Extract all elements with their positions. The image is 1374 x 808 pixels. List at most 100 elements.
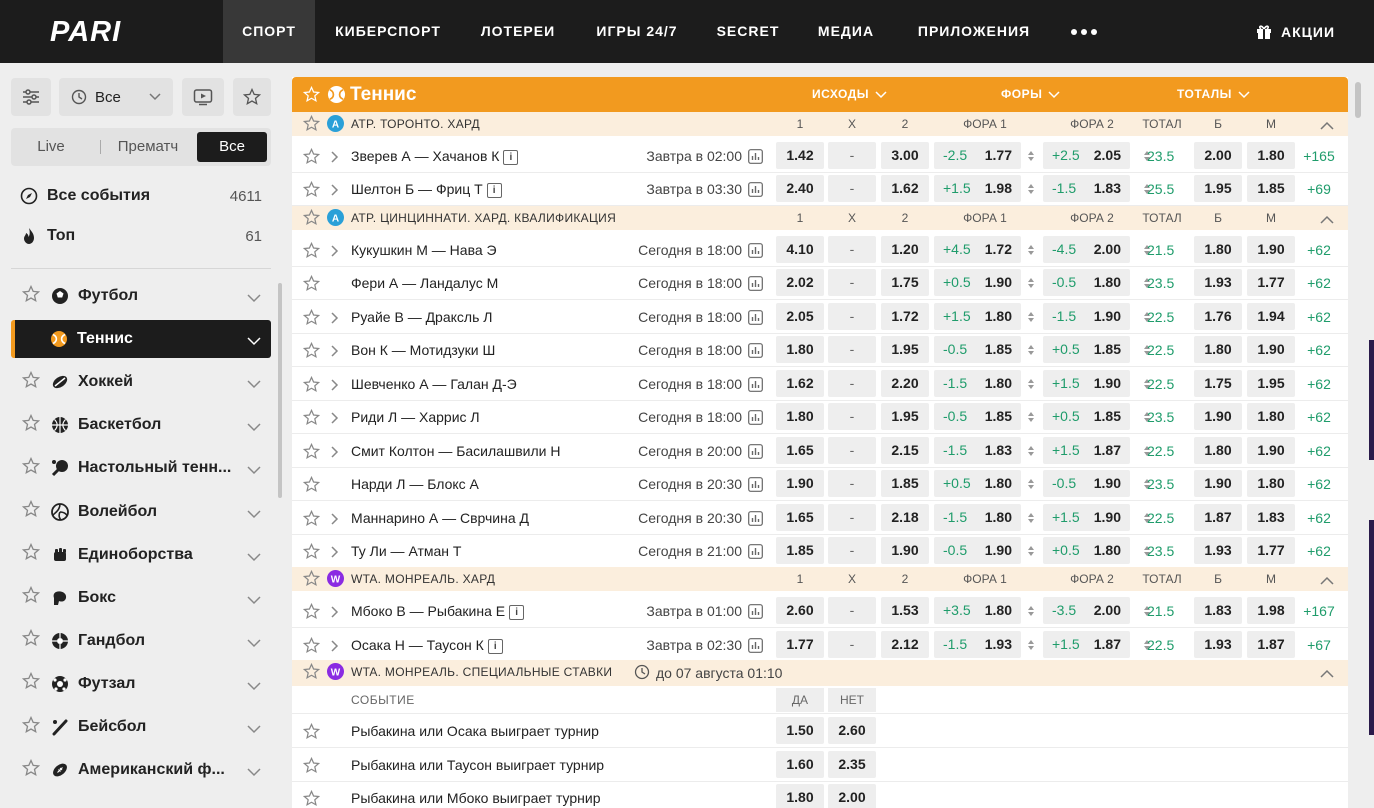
segment-live[interactable]: Live (15, 132, 87, 162)
handicap-cell[interactable]: -1.5 1.80 (934, 369, 1021, 397)
handicap-cell[interactable]: -0.5 1.85 (934, 403, 1021, 431)
odds-cell-o2[interactable]: 2.18 (881, 503, 929, 531)
chevron-right-icon[interactable] (330, 244, 340, 257)
chevron-right-icon[interactable] (330, 344, 340, 357)
favorite-star-icon[interactable] (21, 413, 41, 437)
favorite-star-icon[interactable] (302, 409, 321, 426)
event-row[interactable]: Маннарино А — Сврчина Д Сегодня в 20:30 1.… (292, 501, 1348, 535)
odds-cell-o1[interactable]: 1.65 (776, 503, 824, 531)
handicap-cell[interactable]: +0.5 1.90 (934, 269, 1021, 297)
event-name-container[interactable]: Зверев А — Хачанов Кi (351, 139, 519, 173)
handicap-cell[interactable]: -0.5 1.90 (934, 536, 1021, 564)
statistics-icon[interactable] (748, 637, 763, 653)
event-name-container[interactable]: Маннарино А — Сврчина Д (351, 501, 529, 535)
event-row[interactable]: Смит Колтон — Басилашвили Н Сегодня в 20:… (292, 434, 1348, 468)
favorite-star-icon[interactable] (302, 789, 321, 807)
statistics-icon[interactable] (748, 510, 763, 526)
favorite-star-icon[interactable] (302, 542, 321, 560)
chevron-down-icon[interactable] (247, 290, 261, 308)
chevron-right-icon[interactable] (330, 411, 340, 424)
more-markets-link[interactable]: +62 (1295, 333, 1343, 367)
event-name-container[interactable]: Кукушкин М — Нава Э (351, 233, 497, 267)
event-name-container[interactable]: Шелтон Б — Фриц Тi (351, 172, 502, 206)
favorite-star-icon[interactable] (21, 543, 41, 566)
favorites-button[interactable] (233, 78, 271, 116)
handicap-cell[interactable]: -0.5 1.80 (1043, 269, 1130, 297)
line-switch-icon[interactable] (1027, 377, 1035, 391)
odds-cell-o2[interactable]: 1.20 (881, 235, 929, 263)
period-select[interactable]: Все (59, 78, 173, 116)
odds-cell-o1[interactable]: 2.02 (776, 269, 824, 297)
handicap-cell[interactable]: +1.5 1.87 (1043, 630, 1130, 658)
sidebar-item-sport[interactable]: Бейсбол (11, 708, 271, 746)
odds-cell-o2[interactable]: 2.12 (881, 630, 929, 658)
odds-cell-b[interactable]: 1.93 (1194, 536, 1242, 564)
odds-cell-x[interactable]: - (828, 536, 876, 564)
nav-sport[interactable]: СПОРТ (223, 0, 315, 63)
video-button[interactable] (182, 78, 224, 116)
odds-cell-m[interactable]: 1.80 (1247, 142, 1295, 169)
odds-cell-yes[interactable]: 1.50 (776, 717, 824, 744)
handicap-cell[interactable]: -1.5 1.93 (934, 630, 1021, 658)
odds-cell-o2[interactable]: 3.00 (881, 142, 929, 169)
chevron-right-icon[interactable] (330, 545, 340, 558)
favorite-star-icon[interactable] (302, 662, 321, 683)
handicap-cell[interactable]: -1.5 1.80 (934, 503, 1021, 531)
odds-cell-o1[interactable]: 1.80 (776, 336, 824, 364)
sidebar-item-sport[interactable]: Настольный тенн... (11, 449, 271, 487)
league-header[interactable]: W WTA. МОНРЕАЛЬ. ХАРД 1 X 2 ФОРА 1 ФОРА 2 ТОТАЛ… (292, 567, 1348, 592)
odds-cell-no[interactable]: 2.35 (828, 750, 876, 778)
pari-logo[interactable]: PARI (48, 14, 164, 48)
statistics-icon[interactable] (748, 149, 763, 164)
line-switch-icon[interactable] (1027, 638, 1035, 652)
statistics-icon[interactable] (748, 410, 763, 426)
favorite-star-icon[interactable] (302, 722, 321, 740)
handicap-cell[interactable]: -1.5 1.90 (1043, 302, 1130, 330)
sidebar-item-sport[interactable]: Бокс (11, 579, 271, 617)
handicap-cell[interactable]: +4.5 1.72 (934, 235, 1021, 263)
handicap-cell[interactable]: +1.5 1.87 (1043, 436, 1130, 464)
statistics-icon[interactable] (748, 376, 763, 392)
odds-cell-o2[interactable]: 1.75 (881, 269, 929, 297)
favorite-star-icon[interactable] (302, 603, 321, 620)
chevron-down-icon[interactable] (247, 678, 261, 696)
page-scrollbar[interactable] (1355, 82, 1361, 118)
more-markets-link[interactable]: +62 (1295, 300, 1343, 334)
odds-cell-x[interactable]: - (828, 436, 876, 464)
sidebar-item-sport[interactable]: Теннис (11, 320, 271, 359)
favorite-star-icon[interactable] (21, 456, 41, 480)
odds-cell-o1[interactable]: 1.77 (776, 630, 824, 658)
event-name-container[interactable]: Шевченко А — Галан Д-Э (351, 367, 517, 401)
event-row[interactable]: Шелтон Б — Фриц Тi Завтра в 03:30 2.40-1.6… (292, 172, 1348, 207)
statistics-icon[interactable] (748, 443, 763, 459)
chevron-down-icon[interactable] (247, 462, 261, 480)
line-switch-icon[interactable] (1027, 544, 1035, 558)
odds-cell-x[interactable]: - (828, 269, 876, 297)
odds-cell-m[interactable]: 1.77 (1247, 536, 1295, 564)
handicap-cell[interactable]: -2.5 1.77 (934, 142, 1021, 169)
line-switch-icon[interactable] (1027, 410, 1035, 424)
handicap-cell[interactable]: +0.5 1.80 (934, 470, 1021, 498)
odds-cell-o2[interactable]: 1.72 (881, 302, 929, 330)
more-markets-link[interactable]: +62 (1295, 233, 1343, 267)
odds-cell-o1[interactable]: 1.80 (776, 403, 824, 431)
handicap-cell[interactable]: +0.5 1.85 (1043, 403, 1130, 431)
more-markets-link[interactable]: +62 (1295, 467, 1343, 501)
nav-secret[interactable]: SECRET (700, 0, 796, 63)
odds-cell-m[interactable]: 1.87 (1247, 630, 1295, 658)
chevron-down-icon[interactable] (247, 721, 261, 739)
favorite-star-icon[interactable] (21, 586, 41, 609)
odds-cell-no[interactable]: 2.60 (828, 717, 876, 744)
odds-cell-m[interactable]: 1.98 (1247, 597, 1295, 625)
event-name-container[interactable]: Фери А — Ландалус М (351, 266, 498, 300)
chevron-down-icon[interactable] (247, 764, 261, 782)
odds-cell-o1[interactable]: 2.60 (776, 597, 824, 625)
odds-cell-o1[interactable]: 1.85 (776, 536, 824, 564)
handicap-cell[interactable]: -0.5 1.85 (934, 336, 1021, 364)
odds-cell-m[interactable]: 1.85 (1247, 175, 1295, 203)
favorite-star-icon[interactable] (302, 147, 321, 165)
more-markets-link[interactable]: +69 (1295, 172, 1343, 206)
odds-cell-b[interactable]: 1.87 (1194, 503, 1242, 531)
info-icon[interactable]: i (487, 638, 503, 654)
line-switch-icon[interactable] (1027, 243, 1035, 257)
